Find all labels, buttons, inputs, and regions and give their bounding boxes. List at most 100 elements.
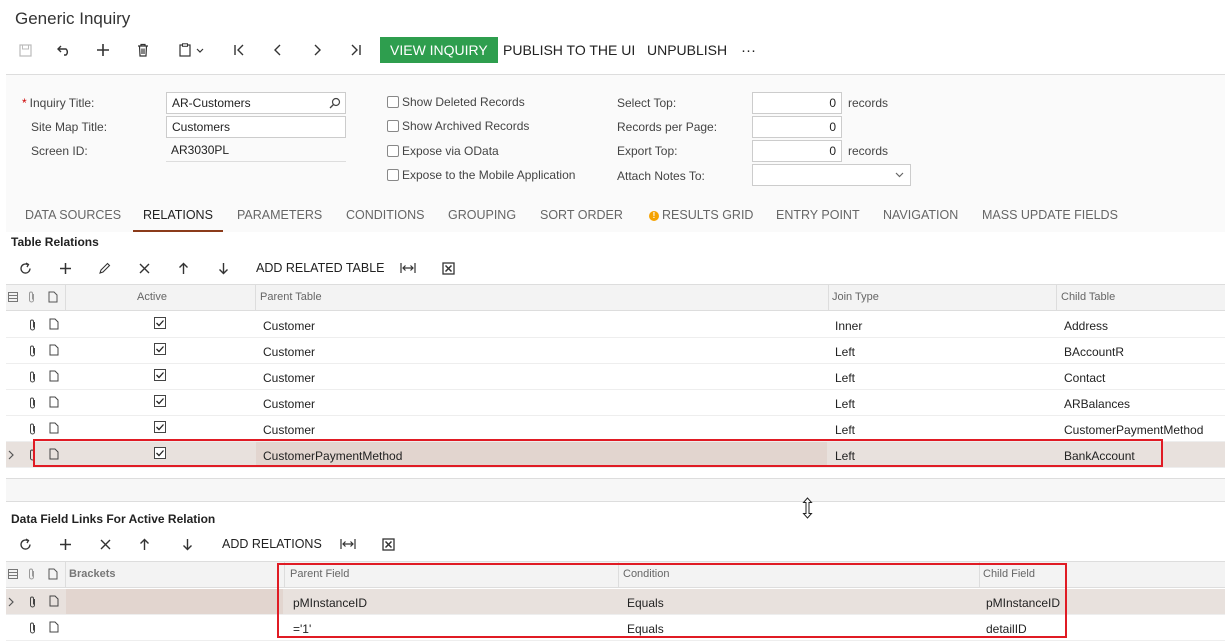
- checkbox-icon: [387, 169, 399, 181]
- tab-parameters[interactable]: PARAMETERS: [237, 208, 322, 230]
- show-deleted-checkbox[interactable]: Show Deleted Records: [387, 95, 525, 109]
- more-menu-button[interactable]: ···: [741, 36, 756, 64]
- cell-parent-table: Customer: [263, 397, 316, 411]
- tab-grouping[interactable]: GROUPING: [448, 208, 516, 230]
- checkbox-icon: [387, 96, 399, 108]
- cell-child-table: BAccountR: [1064, 345, 1125, 359]
- next-record-icon[interactable]: [308, 36, 326, 64]
- tab-entry-point[interactable]: ENTRY POINT: [776, 208, 860, 230]
- inquiry-title-input[interactable]: AR-Customers: [166, 92, 346, 114]
- delete-row-icon[interactable]: [96, 532, 114, 556]
- col-parent-table[interactable]: Parent Table: [260, 291, 322, 303]
- tab-bar: DATA SOURCES RELATIONS PARAMETERS CONDIT…: [6, 200, 1225, 232]
- checkbox-checked-icon: [154, 421, 166, 433]
- col-brackets[interactable]: Brackets: [69, 568, 115, 580]
- col-active[interactable]: Active: [137, 291, 167, 303]
- export-excel-icon[interactable]: [439, 256, 457, 280]
- cell-join-type: Left: [835, 345, 856, 359]
- checkbox-icon: [387, 120, 399, 132]
- attachment-icon: [29, 568, 34, 580]
- col-child-table[interactable]: Child Table: [1061, 291, 1115, 303]
- undo-icon[interactable]: [55, 36, 73, 64]
- site-map-title-input[interactable]: Customers: [166, 116, 346, 138]
- view-inquiry-button[interactable]: VIEW INQUIRY: [380, 37, 498, 63]
- add-related-table-button[interactable]: ADD RELATED TABLE: [256, 256, 385, 280]
- attachment-icon: [30, 319, 35, 331]
- save-icon[interactable]: [16, 36, 34, 64]
- cell-parent-table: Customer: [263, 371, 316, 385]
- table-row[interactable]: Customer Left Contact: [6, 364, 1225, 390]
- tab-mass-update-fields[interactable]: MASS UPDATE FIELDS: [982, 208, 1118, 230]
- unpublish-button[interactable]: UNPUBLISH: [647, 36, 727, 64]
- refresh-icon[interactable]: [16, 532, 34, 556]
- records-per-page-label: Records per Page:: [617, 120, 718, 134]
- tab-relations[interactable]: RELATIONS: [133, 208, 223, 232]
- tab-navigation[interactable]: NAVIGATION: [883, 208, 958, 230]
- publish-to-ui-button[interactable]: PUBLISH TO THE UI: [503, 36, 635, 64]
- data-field-links-title: Data Field Links For Active Relation: [11, 512, 216, 526]
- attachment-icon: [30, 596, 35, 608]
- attach-notes-select[interactable]: [752, 164, 911, 186]
- refresh-icon[interactable]: [16, 256, 34, 280]
- add-relations-button[interactable]: ADD RELATIONS: [222, 532, 322, 556]
- checkbox-checked-icon: [154, 369, 166, 381]
- export-top-input[interactable]: 0: [752, 140, 842, 162]
- checkbox-checked-icon: [154, 317, 166, 329]
- select-top-input[interactable]: 0: [752, 92, 842, 114]
- attachment-icon: [29, 291, 34, 303]
- cell-parent-table: Customer: [263, 319, 316, 333]
- first-record-icon[interactable]: [230, 36, 248, 64]
- edit-icon[interactable]: [95, 256, 113, 280]
- cell-child-table: ARBalances: [1064, 397, 1131, 411]
- table-row[interactable]: Customer Inner Address: [6, 312, 1225, 338]
- col-join-type[interactable]: Join Type: [832, 291, 879, 303]
- highlight-box-field-links: [277, 563, 1067, 638]
- note-icon: [49, 595, 59, 607]
- resize-vertical-icon[interactable]: [802, 497, 813, 519]
- cell-join-type: Left: [835, 423, 856, 437]
- selected-cell-highlight: [66, 589, 283, 614]
- expose-mobile-checkbox[interactable]: Expose to the Mobile Application: [387, 168, 575, 182]
- records-per-page-input[interactable]: 0: [752, 116, 842, 138]
- delete-icon[interactable]: [134, 36, 152, 64]
- add-row-icon[interactable]: [56, 256, 74, 280]
- table-row[interactable]: Customer Left BAccountR: [6, 338, 1225, 364]
- cell-join-type: Left: [835, 397, 856, 411]
- tab-data-sources[interactable]: DATA SOURCES: [25, 208, 121, 230]
- add-icon[interactable]: [94, 36, 112, 64]
- note-icon: [49, 396, 59, 408]
- export-excel-icon[interactable]: [379, 532, 397, 556]
- previous-record-icon[interactable]: [269, 36, 287, 64]
- main-toolbar: VIEW INQUIRY PUBLISH TO THE UI UNPUBLISH…: [0, 36, 1225, 64]
- cell-child-table: Contact: [1064, 371, 1106, 385]
- tab-conditions[interactable]: CONDITIONS: [346, 208, 424, 230]
- table-row[interactable]: Customer Left ARBalances: [6, 390, 1225, 416]
- fit-columns-icon[interactable]: [339, 532, 357, 556]
- pane-splitter[interactable]: [6, 478, 1225, 502]
- select-top-records-suffix: records: [848, 96, 889, 110]
- checkbox-checked-icon: [154, 343, 166, 355]
- note-icon: [49, 344, 59, 356]
- cell-child-table: Address: [1064, 319, 1109, 333]
- attach-notes-label: Attach Notes To:: [617, 169, 705, 183]
- move-up-icon[interactable]: [135, 532, 153, 556]
- screen-id-label: Screen ID:: [31, 144, 88, 158]
- cell-join-type: Inner: [835, 319, 863, 333]
- clipboard-dropdown-button[interactable]: [172, 36, 212, 64]
- expose-odata-checkbox[interactable]: Expose via OData: [387, 144, 499, 158]
- move-down-icon[interactable]: [178, 532, 196, 556]
- fit-columns-icon[interactable]: [399, 256, 417, 280]
- move-down-icon[interactable]: [214, 256, 232, 280]
- add-row-icon[interactable]: [56, 532, 74, 556]
- last-record-icon[interactable]: [347, 36, 365, 64]
- show-archived-checkbox[interactable]: Show Archived Records: [387, 119, 529, 133]
- checkbox-icon: [387, 145, 399, 157]
- note-icon: [48, 291, 58, 303]
- move-up-icon[interactable]: [174, 256, 192, 280]
- note-icon: [49, 318, 59, 330]
- tab-results-grid[interactable]: ! RESULTS GRID: [649, 208, 753, 230]
- inquiry-title-label: * Inquiry Title:: [22, 96, 95, 110]
- grid-settings-icon: [8, 569, 18, 579]
- tab-sort-order[interactable]: SORT ORDER: [540, 208, 623, 230]
- delete-row-icon[interactable]: [135, 256, 153, 280]
